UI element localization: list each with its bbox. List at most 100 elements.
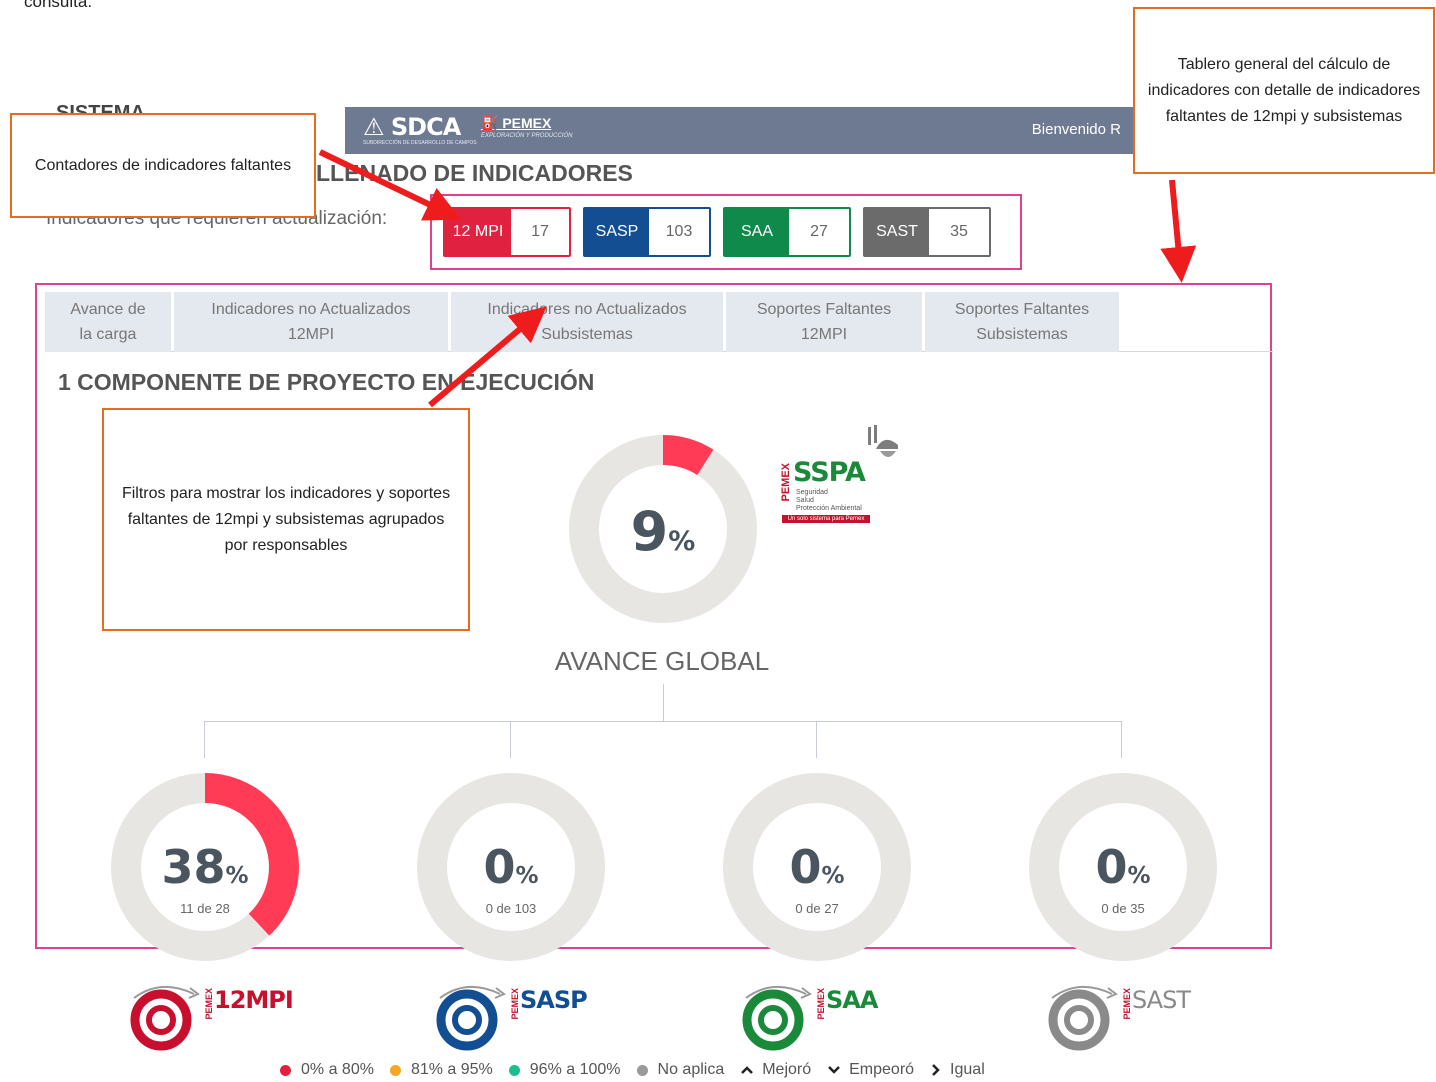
logo-title: SAA — [826, 986, 878, 1014]
global-percent: 9% — [568, 500, 758, 563]
bearing-icon — [436, 985, 506, 1051]
green-dot-icon — [508, 1064, 520, 1076]
tab-soportes-subsistemas[interactable]: Soportes Faltantes Subsistemas — [925, 292, 1119, 352]
section-title: 1 COMPONENTE DE PROYECTO EN EJECUCIÓN — [58, 369, 595, 395]
tree-connector — [1121, 721, 1122, 758]
sspa-logo-detail: Seguridad Salud Protección Ambiental — [796, 489, 862, 513]
logo-saa: PEMEX SAA — [738, 982, 913, 1052]
welcome-text: Bienvenido R — [1031, 121, 1121, 138]
annotation-dashboard: Tablero general del cálculo de indicador… — [1133, 7, 1435, 174]
bearing-icon — [1048, 985, 1118, 1051]
sdca-logo-text: SDCA — [390, 113, 461, 141]
subsystem-stat-12mpi: 38% 11 de 28 — [110, 842, 300, 916]
counter-value: 35 — [929, 209, 989, 255]
tab-indicadores-subsistemas[interactable]: Indicadores no Actualizados Subsistemas — [451, 292, 723, 352]
legend-label: Empeoró — [849, 1061, 915, 1078]
legend-item-gray: No aplica — [636, 1061, 725, 1079]
tab-soportes-12mpi[interactable]: Soportes Faltantes 12MPI — [726, 292, 922, 352]
counter-label: 12 MPI — [445, 209, 511, 255]
tree-connector — [204, 721, 205, 758]
status-legend: 0% a 80% 81% a 95% 96% a 100% No aplica … — [280, 1061, 1001, 1079]
arrow-to-dashboard — [1160, 179, 1197, 283]
tab-label-line1: Indicadores no Actualizados — [487, 301, 687, 318]
counter-12mpi[interactable]: 12 MPI 17 — [443, 207, 571, 257]
subsystem-percent: 0 — [483, 840, 516, 894]
tree-connector — [663, 684, 664, 722]
sdca-logo-subtitle: SUBDIRECCIÓN DE DESARROLLO DE CAMPOS — [363, 140, 477, 146]
percent-sign: % — [1127, 863, 1151, 889]
logo-title: 12MPI — [214, 986, 294, 1014]
bearing-icon — [742, 985, 812, 1051]
tab-label-line2: 12MPI — [287, 326, 335, 343]
bearing-icon — [130, 985, 200, 1051]
sspa-tagline: Un solo sistema para Pemex — [782, 515, 870, 523]
pemex-logo-text: PEMEX — [502, 115, 552, 131]
counter-saa[interactable]: SAA 27 — [723, 207, 851, 257]
subsystem-count: 0 de 103 — [485, 901, 537, 916]
counter-sasp[interactable]: SASP 103 — [583, 207, 711, 257]
legend-label: Igual — [950, 1061, 985, 1078]
tab-label-line1: Soportes Faltantes — [954, 301, 1090, 318]
logo-12mpi: PEMEX 12MPI — [126, 982, 301, 1052]
counter-sast[interactable]: SAST 35 — [863, 207, 991, 257]
legend-item-orange: 81% a 95% — [389, 1061, 493, 1079]
global-percent-value: 9 — [630, 500, 669, 563]
chevron-down-icon — [828, 1066, 841, 1074]
subsystem-stat-sasp: 0% 0 de 103 — [416, 842, 606, 916]
tree-connector — [816, 721, 817, 758]
tab-avance-carga[interactable]: Avance de la carga — [45, 292, 171, 352]
legend-label: Mejoró — [762, 1061, 812, 1078]
red-dot-icon — [280, 1064, 291, 1076]
subsystem-percent: 0 — [789, 840, 822, 894]
logo-pemex-vertical: PEMEX — [510, 988, 520, 1020]
tab-label-line2: 12MPI — [800, 326, 848, 343]
global-progress-label: AVANCE GLOBAL — [554, 646, 770, 676]
sspa-pemex-vertical: PEMEX — [780, 463, 792, 502]
tree-connector — [510, 721, 511, 758]
legend-label: 81% a 95% — [410, 1061, 493, 1078]
tree-connector — [204, 721, 1122, 722]
logo-sast: PEMEX SAST — [1044, 982, 1219, 1052]
percent-sign: % — [225, 863, 249, 889]
legend-label: No aplica — [657, 1061, 725, 1078]
sspa-line3: Protección Ambiental — [796, 505, 862, 512]
tab-label-line2: Subsistemas — [976, 326, 1068, 343]
subsystem-count: 0 de 35 — [1101, 901, 1145, 916]
counter-label: SASP — [585, 209, 649, 255]
helmet-icon — [868, 425, 898, 457]
legend-item-worsened: Empeoró — [827, 1061, 914, 1079]
legend-item-same: Igual — [930, 1061, 985, 1079]
tab-label-line2: Subsistemas — [541, 326, 633, 343]
pemex-logo: ⛽ PEMEX — [481, 115, 552, 131]
annotation-filters: Filtros para mostrar los indicadores y s… — [102, 408, 470, 631]
logo-sasp: PEMEX SASP — [432, 982, 607, 1052]
legend-item-red: 0% a 80% — [280, 1061, 374, 1079]
logo-title: SASP — [520, 986, 588, 1014]
tab-label-line1: Indicadores no Actualizados — [211, 301, 411, 318]
tab-label-line1: Soportes Faltantes — [756, 301, 892, 318]
legend-item-green: 96% a 100% — [508, 1061, 621, 1079]
tab-indicadores-12mpi[interactable]: Indicadores no Actualizados 12MPI — [174, 292, 448, 352]
counter-value: 103 — [649, 209, 709, 255]
sspa-line2: Salud — [796, 497, 814, 504]
sspa-logo-text: SSPA — [793, 457, 866, 488]
subsystem-stat-saa: 0% 0 de 27 — [722, 842, 912, 916]
percent-sign: % — [515, 863, 539, 889]
legend-label: 96% a 100% — [529, 1061, 621, 1078]
chevron-right-icon — [932, 1064, 940, 1076]
legend-label: 0% a 80% — [301, 1061, 374, 1078]
counter-value: 27 — [789, 209, 849, 255]
subsystem-stat-sast: 0% 0 de 35 — [1028, 842, 1218, 916]
tab-label-line2: la carga — [79, 326, 137, 343]
sdca-logo: ⚠ SDCA — [363, 113, 461, 141]
sspa-line1: Seguridad — [796, 489, 828, 496]
percent-sign: % — [821, 863, 845, 889]
subsystem-percent: 38 — [161, 840, 226, 894]
annotation-counters: Contadores de indicadores faltantes — [10, 113, 316, 218]
chevron-up-icon — [741, 1066, 754, 1074]
tab-label-line1: Avance de — [70, 301, 146, 318]
subsystem-count: 11 de 28 — [180, 901, 230, 916]
logo-pemex-vertical: PEMEX — [204, 988, 214, 1020]
app-header: ⚠ SDCA SUBDIRECCIÓN DE DESARROLLO DE CAM… — [345, 107, 1135, 154]
counter-label: SAA — [725, 209, 789, 255]
